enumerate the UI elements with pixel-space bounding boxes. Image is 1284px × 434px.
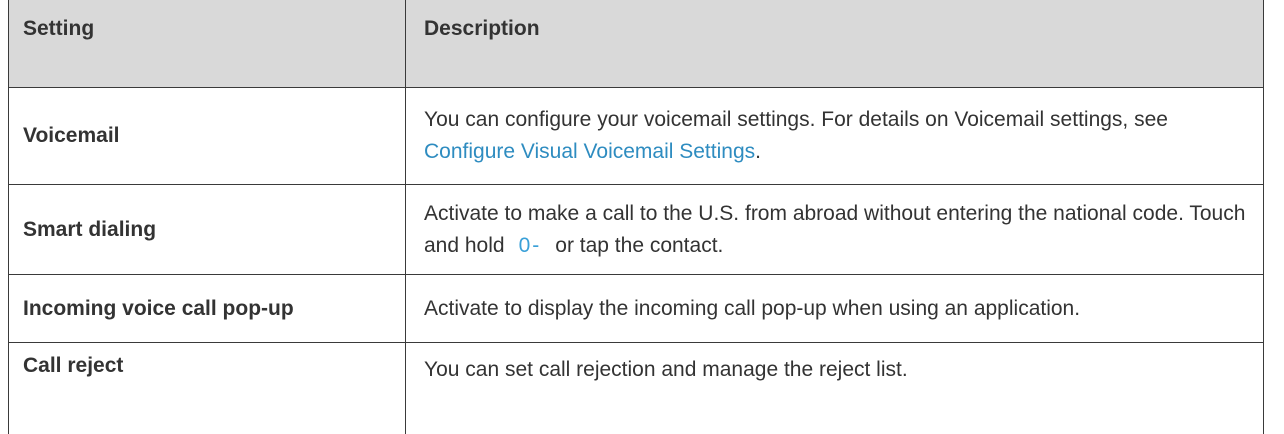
table-row-smart-dialing: Smart dialing Activate to make a call to… [8,185,1264,275]
setting-name: Smart dialing [23,217,157,241]
configure-visual-voicemail-link[interactable]: Configure Visual Voicemail Settings [424,140,755,163]
description-text: Activate to display the incoming call po… [424,296,1081,320]
description-text: You can configure your voicemail setting… [424,108,1168,163]
setting-name: Call reject [23,354,124,377]
header-setting-label: Setting [23,17,95,40]
description-cell: You can configure your voicemail setting… [406,88,1264,184]
setting-name: Voicemail [23,124,120,147]
setting-cell: Voicemail [8,88,406,184]
settings-table: Setting Description Voicemail You can co… [8,0,1264,434]
setting-cell: Call reject [8,343,406,434]
description-cell: You can set call rejection and manage th… [406,343,1264,434]
header-description-label: Description [424,17,540,40]
description-text: Activate to make a call to the U.S. from… [424,198,1264,262]
header-cell-description: Description [406,0,1264,87]
table-right-border [1263,0,1264,434]
table-row-incoming-voice-call-popup: Incoming voice call pop-up Activate to d… [8,275,1264,343]
table-row-voicemail: Voicemail You can configure your voicema… [8,88,1264,185]
table-header-row: Setting Description [8,0,1264,88]
description-cell: Activate to display the incoming call po… [406,275,1264,342]
description-cell: Activate to make a call to the U.S. from… [406,185,1264,274]
table-left-border [8,0,9,434]
header-cell-setting: Setting [8,0,406,87]
description-text: You can set call rejection and manage th… [424,358,908,381]
setting-name: Incoming voice call pop-up [23,296,294,320]
setting-cell: Incoming voice call pop-up [8,275,406,342]
table-row-call-reject: Call reject You can set call rejection a… [8,343,1264,434]
zero-key-icon: 0- [518,233,542,257]
setting-cell: Smart dialing [8,185,406,274]
